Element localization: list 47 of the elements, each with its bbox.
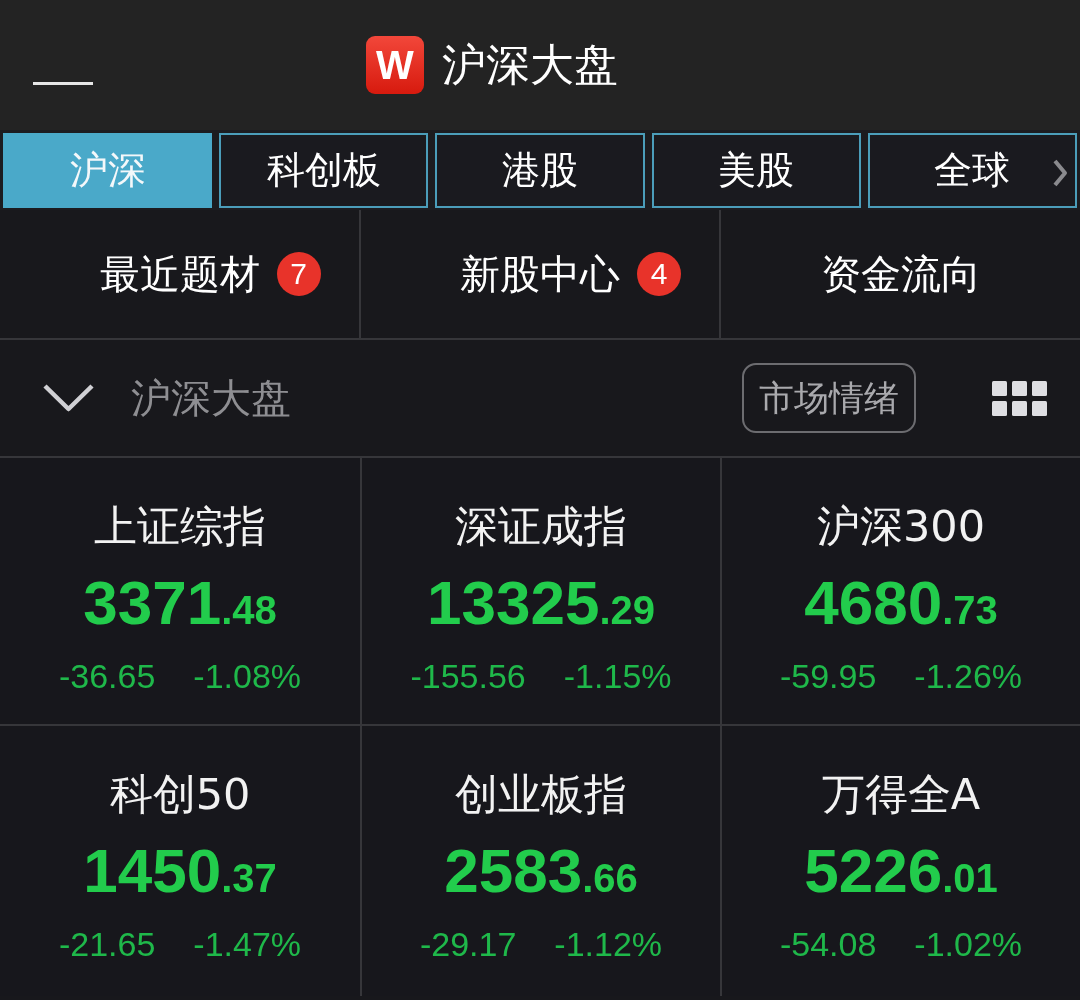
- index-change: -29.17: [419, 924, 517, 964]
- index-name: 万得全A: [821, 769, 981, 819]
- index-name: 上证综指: [94, 501, 266, 551]
- index-card[interactable]: 万得全A 5226.01 -54.08 -1.02%: [722, 726, 1080, 996]
- index-value: 5226.01: [804, 838, 998, 907]
- count-badge: 7: [276, 252, 321, 296]
- market-tab[interactable]: 美股: [651, 133, 861, 208]
- index-change: -36.65: [58, 656, 156, 696]
- index-card[interactable]: 创业板指 2583.66 -29.17 -1.12%: [362, 726, 720, 996]
- index-name: 沪深300: [816, 501, 986, 551]
- index-change: -54.08: [779, 924, 877, 964]
- index-change: -155.56: [410, 656, 526, 696]
- grid-icon[interactable]: [992, 380, 1047, 416]
- count-badge: 4: [637, 252, 681, 296]
- index-change-percent: -1.15%: [563, 656, 672, 696]
- shortcut-link[interactable]: 资金流向: [820, 250, 981, 298]
- index-name: 创业板指: [455, 769, 627, 819]
- index-value: 4680.73: [804, 570, 998, 639]
- app-logo: W: [366, 36, 424, 94]
- index-change-percent: -1.26%: [914, 656, 1023, 696]
- index-card[interactable]: 沪深300 4680.73 -59.95 -1.26%: [722, 458, 1080, 724]
- index-value: 3371.48: [83, 570, 277, 639]
- chevron-down-icon[interactable]: [42, 383, 95, 413]
- market-tab[interactable]: 科创板: [219, 133, 429, 208]
- market-tab[interactable]: 港股: [435, 133, 645, 208]
- index-change-percent: -1.12%: [554, 924, 663, 964]
- index-change: -59.95: [779, 656, 877, 696]
- index-change-percent: -1.08%: [193, 656, 302, 696]
- section-title: 沪深大盘: [131, 374, 291, 422]
- index-change-percent: -1.47%: [193, 924, 302, 964]
- index-value: 1450.37: [83, 838, 277, 907]
- index-name: 科创50: [109, 769, 251, 819]
- index-value: 2583.66: [444, 838, 638, 907]
- chevron-right-icon[interactable]: [1051, 158, 1069, 188]
- index-card[interactable]: 科创50 1450.37 -21.65 -1.47%: [0, 726, 360, 996]
- dash-icon: [33, 81, 93, 85]
- index-change-percent: -1.02%: [914, 924, 1023, 964]
- shortcut-link[interactable]: 新股中心: [460, 250, 620, 298]
- index-card[interactable]: 深证成指 13325.29 -155.56 -1.15%: [362, 458, 720, 724]
- index-change: -21.65: [58, 924, 156, 964]
- index-name: 深证成指: [455, 501, 627, 551]
- page-title: 沪深大盘: [442, 38, 618, 92]
- market-sentiment-button[interactable]: 市场情绪: [742, 363, 916, 433]
- market-tab[interactable]: 全球: [867, 133, 1077, 208]
- index-value: 13325.29: [427, 570, 655, 639]
- shortcut-link[interactable]: 最近题材: [99, 250, 260, 298]
- index-card[interactable]: 上证综指 3371.48 -36.65 -1.08%: [0, 458, 360, 724]
